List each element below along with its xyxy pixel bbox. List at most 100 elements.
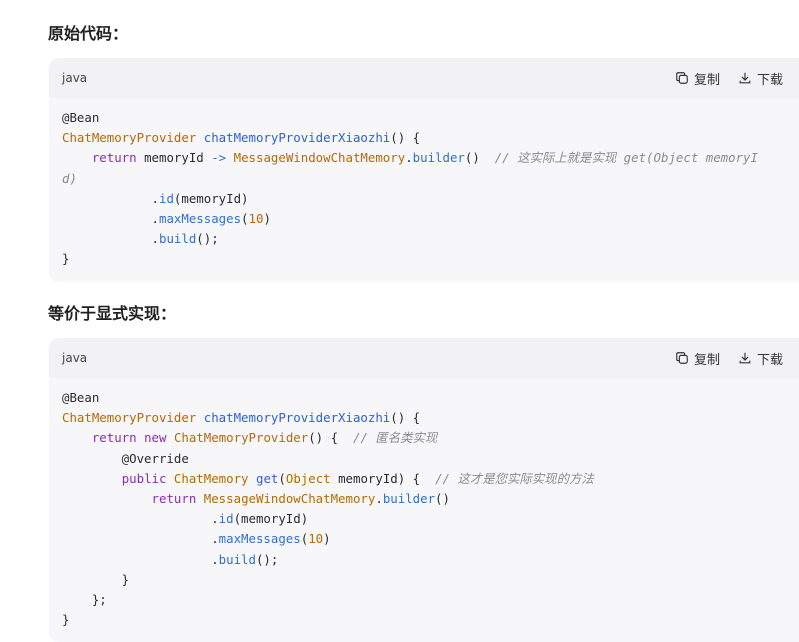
code-token: @Override [62, 450, 189, 466]
code-token: @Bean [62, 110, 100, 125]
code-token: return [91, 430, 137, 446]
code-token: return [91, 150, 137, 166]
code-token: maxMessages [158, 211, 242, 227]
copy-button[interactable]: 复制 [675, 349, 720, 368]
download-icon [739, 72, 751, 84]
code-token: chatMemoryProviderXiaozhi [203, 410, 391, 426]
code-content: @Bean ChatMemoryProvider chatMemoryProvid… [49, 378, 799, 642]
code-token: (); [196, 231, 219, 247]
code-token: id [218, 511, 234, 527]
copy-icon [676, 72, 688, 84]
code-token: 10 [308, 531, 324, 547]
code-token: chatMemoryProviderXiaozhi [203, 130, 391, 146]
code-token: . [62, 511, 219, 527]
code-line: return new ChatMemoryProvider() { // 匿名类… [62, 428, 786, 448]
code-token: () { [390, 410, 421, 426]
download-label: 下载 [756, 352, 783, 368]
code-token: ( [241, 211, 249, 227]
code-token: return [151, 491, 197, 507]
code-token: ChatMemory [173, 470, 249, 486]
code-token: . [62, 531, 219, 547]
code-token: public [121, 470, 167, 486]
code-token: // 匿名类实现 [352, 430, 438, 446]
code-token: ChatMemoryProvider [62, 410, 197, 426]
code-token: d) [62, 170, 77, 186]
code-line: return MessageWindowChatMemory.builder() [62, 489, 786, 509]
code-token: } [62, 612, 70, 628]
download-icon [739, 352, 751, 364]
code-line: return memoryId -> MessageWindowChatMemo… [62, 148, 786, 168]
code-line: .id(memoryId) [62, 509, 786, 529]
code-actions: 复制 下载 [675, 349, 783, 368]
download-button[interactable]: 下载 [738, 349, 783, 368]
code-token: maxMessages [218, 531, 301, 547]
code-line: .build(); [62, 550, 786, 570]
code-token: } [62, 251, 70, 267]
copy-button[interactable]: 复制 [675, 69, 720, 88]
code-token: }; [62, 592, 107, 608]
code-token: . [375, 491, 383, 507]
code-token: id [158, 190, 174, 206]
code-token: . [62, 551, 219, 567]
code-token: MessageWindowChatMemory [233, 150, 406, 166]
code-token: (memoryId) [173, 190, 249, 206]
code-token: MessageWindowChatMemory [203, 491, 376, 507]
code-line: @Bean [62, 388, 786, 408]
copy-label: 复制 [693, 352, 720, 368]
code-line: ChatMemoryProvider chatMemoryProviderXia… [62, 128, 786, 148]
code-token: () { [308, 430, 353, 446]
section-heading-original: 原始代码： [48, 24, 129, 43]
code-line: d) [62, 169, 786, 189]
code-line: @Bean [62, 108, 786, 128]
code-token: // 这才是您实际实现的方法 [435, 470, 594, 486]
code-line: } [62, 570, 786, 590]
code-language-label: java [62, 71, 88, 85]
code-line: @Override [62, 449, 786, 469]
code-token: . [405, 150, 413, 166]
code-token: build [158, 231, 197, 247]
code-line: public ChatMemory get(Object memoryId) {… [62, 469, 786, 489]
code-token: (); [255, 551, 279, 567]
code-token: () { [390, 130, 421, 146]
download-label: 下载 [756, 72, 783, 88]
code-line: .maxMessages(10) [62, 209, 786, 229]
code-line: } [62, 249, 786, 269]
code-token: ChatMemoryProvider [173, 430, 309, 446]
section-heading-equivalent: 等价于显式实现： [48, 304, 177, 323]
code-token: (memoryId) [233, 511, 309, 527]
code-token: . [62, 190, 159, 206]
download-button[interactable]: 下载 [738, 69, 783, 88]
code-token: // 这实际上就是实现 get(Object memoryI [494, 150, 758, 166]
code-line: .maxMessages(10) [62, 529, 786, 549]
code-token: @Bean [62, 390, 100, 405]
code-token: 10 [248, 211, 264, 227]
code-line: } [62, 610, 786, 630]
code-line: .build(); [62, 229, 786, 249]
code-token: build [218, 551, 256, 567]
code-token: builder [382, 491, 436, 507]
code-token: } [62, 571, 130, 587]
code-language-label: java [62, 351, 88, 365]
code-line: .id(memoryId) [62, 189, 786, 209]
code-token: () [464, 150, 495, 166]
code-token: get [256, 470, 279, 486]
code-token: . [62, 211, 159, 227]
code-token: memoryId) { [330, 470, 436, 486]
code-token: ChatMemoryProvider [62, 130, 197, 146]
code-block-header: java 复制 下载 [49, 58, 799, 98]
code-token: new [144, 430, 167, 446]
code-block-original: java 复制 下载 @Bean ChatMemoryProvider chatM… [49, 58, 799, 282]
code-actions: 复制 下载 [675, 69, 783, 88]
code-token: Object [285, 470, 331, 486]
copy-icon [676, 352, 688, 364]
code-token: ) [323, 531, 331, 547]
code-token: ( [278, 470, 286, 486]
